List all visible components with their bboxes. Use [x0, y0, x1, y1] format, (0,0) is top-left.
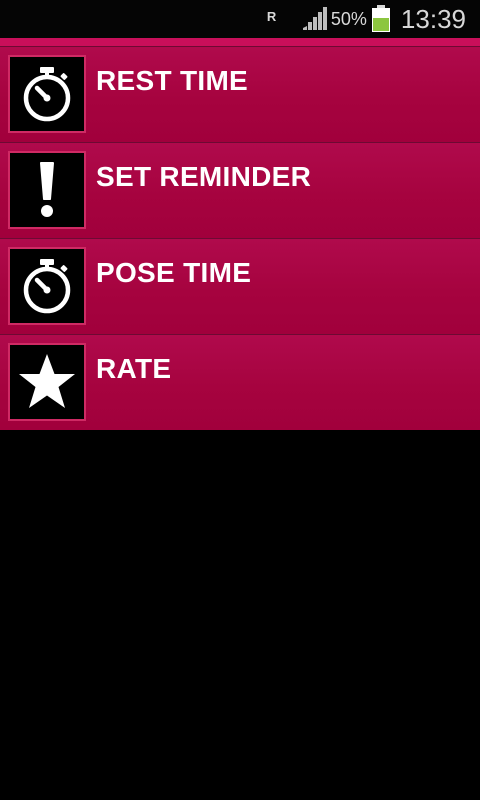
- signal-strength-icon: [302, 7, 327, 30]
- status-indicators: R 50% 13:39: [267, 0, 466, 38]
- menu-item-label: POSE TIME: [96, 257, 252, 288]
- battery-charging-icon: [371, 5, 390, 32]
- main-menu: REST TIME SET REMINDER POSE TIME RATE: [0, 38, 480, 430]
- menu-item-icon-box: [8, 343, 86, 421]
- menu-item-set-reminder[interactable]: SET REMINDER: [0, 142, 480, 238]
- menu-item-label: RATE: [96, 353, 172, 384]
- menu-item-label: REST TIME: [96, 65, 249, 96]
- menu-item-pose-time[interactable]: POSE TIME: [0, 238, 480, 334]
- menu-top-accent: [0, 38, 480, 46]
- menu-item-label: SET REMINDER: [96, 161, 312, 192]
- signal-group: R: [267, 6, 331, 32]
- menu-item-icon-box: [8, 151, 86, 229]
- stopwatch-icon: [23, 67, 71, 122]
- status-bar: R 50% 13:39: [0, 0, 480, 38]
- roaming-indicator: R: [266, 9, 277, 24]
- menu-item-rate[interactable]: RATE: [0, 334, 480, 430]
- menu-item-icon-box: [8, 247, 86, 325]
- status-clock: 13:39: [400, 3, 466, 34]
- stopwatch-icon: [23, 259, 71, 314]
- star-icon: [19, 354, 75, 408]
- menu-item-rest-time[interactable]: REST TIME: [0, 46, 480, 142]
- menu-item-icon-box: [8, 55, 86, 133]
- battery-percentage: 50%: [330, 8, 367, 29]
- exclamation-icon: [40, 162, 54, 217]
